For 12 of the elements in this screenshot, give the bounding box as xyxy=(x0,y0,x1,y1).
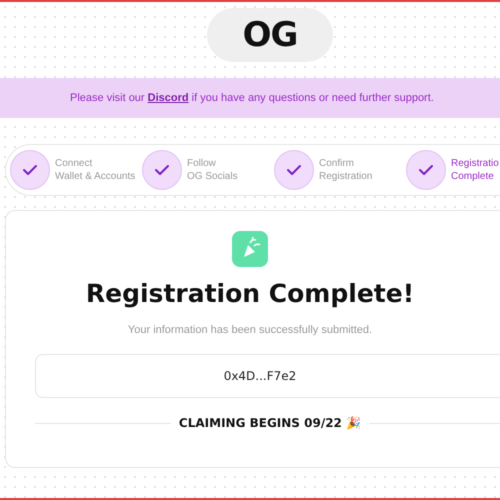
wallet-address-field: 0x4D...F7e2 xyxy=(35,354,500,398)
party-popper-icon xyxy=(230,229,270,269)
claim-date-text: CLAIMING BEGINS 09/22 🎉 xyxy=(178,416,362,430)
step-label: Registratio Complete xyxy=(451,157,499,183)
notice-text: Please visit our Discord if you have any questions or need further support. xyxy=(70,92,434,104)
card-subtitle: Your information has been successfully submitted. xyxy=(128,324,372,336)
discord-link[interactable]: Discord xyxy=(148,92,189,104)
logo: OG xyxy=(207,8,333,62)
card-title: Registration Complete! xyxy=(86,279,414,308)
step-label: Confirm Registration xyxy=(319,157,372,183)
step-label: Follow OG Socials xyxy=(187,157,238,183)
step-label: Connect Wallet & Accounts xyxy=(55,157,136,183)
